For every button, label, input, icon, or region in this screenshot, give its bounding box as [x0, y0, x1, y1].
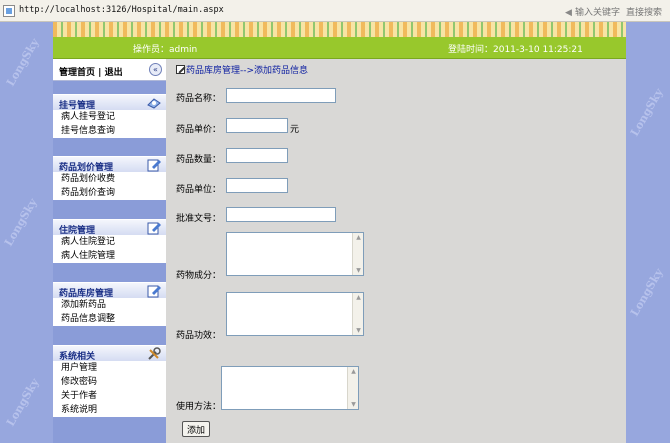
approval-number-input[interactable]	[226, 207, 336, 222]
scroll-down-icon[interactable]: ▼	[355, 327, 362, 334]
right-wallpaper: LongSky LongSky	[626, 22, 670, 443]
menu-item[interactable]: 药品划价收费	[53, 172, 166, 186]
scroll-down-icon[interactable]: ▼	[350, 401, 357, 408]
search-area: ◀ 输入关键字 直接搜索	[565, 5, 662, 18]
address-input[interactable]: http://localhost:3126/Hospital/main.aspx	[19, 5, 224, 15]
menu-item[interactable]: 药品划价查询	[53, 186, 166, 200]
menu-group-title: 药品库房管理	[59, 289, 114, 299]
field-label: 药品单价：	[176, 125, 222, 135]
edit-icon	[176, 65, 185, 74]
efficacy-textarea[interactable]: ▲ ▼	[226, 292, 364, 336]
scroll-up-icon[interactable]: ▲	[355, 234, 362, 241]
menu-item[interactable]: 添加新药品	[53, 298, 166, 312]
menu-item[interactable]: 病人住院登记	[53, 235, 166, 249]
edit-icon	[147, 285, 161, 298]
scroll-down-icon[interactable]: ▼	[355, 267, 362, 274]
menu-group-header[interactable]: 住院管理	[53, 219, 166, 236]
menu-item[interactable]: 病人住院管理	[53, 249, 166, 263]
scroll-up-icon[interactable]: ▲	[350, 368, 357, 375]
menu-item[interactable]: 修改密码	[53, 375, 166, 389]
menu-group-pricing: 药品划价管理 药品划价收费 药品划价查询	[53, 156, 166, 200]
menu-group-title: 系统相关	[59, 352, 96, 362]
operator-label: 操作员：admin	[133, 45, 198, 55]
sidebar-top: 管理首页 | 退出 «	[53, 59, 166, 81]
left-wallpaper: LongSky LongSky LongSky	[0, 22, 53, 443]
watermark-text: LongSky	[2, 196, 40, 249]
main-frame: 操作员：admin 登陆时间：2011-3-10 11:25:21 管理首页 |…	[53, 22, 626, 443]
edit-icon	[147, 159, 161, 172]
drug-name-input[interactable]	[226, 88, 336, 103]
menu-group-header[interactable]: 药品库房管理	[53, 282, 166, 299]
watermark-text: LongSky	[4, 36, 42, 89]
menu-group-header[interactable]: 挂号管理	[53, 94, 166, 111]
field-label: 药品名称：	[176, 94, 222, 104]
menu-group-title: 药品划价管理	[59, 163, 114, 173]
scrollbar[interactable]: ▲ ▼	[352, 233, 363, 275]
tools-icon	[148, 347, 161, 360]
field-label: 药品单位：	[176, 185, 222, 195]
login-time: 登陆时间：2011-3-10 11:25:21	[448, 45, 583, 55]
menu-group-title: 挂号管理	[59, 101, 96, 111]
menu-item[interactable]: 系统说明	[53, 403, 166, 417]
ingredients-textarea[interactable]: ▲ ▼	[226, 232, 364, 276]
back-arrow-icon[interactable]: ◀	[565, 8, 572, 18]
menu-group-registration: 挂号管理 病人挂号登记 挂号信息查询	[53, 94, 166, 138]
menu-item[interactable]: 用户管理	[53, 361, 166, 375]
watermark-text: LongSky	[628, 266, 666, 319]
field-label: 批准文号：	[176, 214, 222, 224]
status-bar: 操作员：admin 登陆时间：2011-3-10 11:25:21	[53, 37, 626, 59]
menu-group-pharmacy: 药品库房管理 添加新药品 药品信息调整	[53, 282, 166, 326]
menu-group-header[interactable]: 系统相关	[53, 345, 166, 362]
content-area: 药品库房管理-->添加药品信息 药品名称： 药品单价： 元 药品数量： 药品单位…	[166, 59, 626, 443]
search-input[interactable]: 输入关键字	[575, 8, 620, 18]
drug-unit-input[interactable]	[226, 178, 288, 193]
home-link[interactable]: 管理首页	[59, 68, 95, 78]
collapse-icon[interactable]: «	[149, 63, 162, 76]
menu-item[interactable]: 病人挂号登记	[53, 110, 166, 124]
field-label: 使用方法：	[176, 402, 222, 412]
logout-link[interactable]: 退出	[105, 68, 123, 78]
menu-item[interactable]: 挂号信息查询	[53, 124, 166, 138]
breadcrumb-text: 药品库房管理-->添加药品信息	[186, 66, 309, 76]
sidebar: 管理首页 | 退出 « 挂号管理 病人挂号登记 挂号信息查询 药品划价管理 药品…	[53, 59, 166, 443]
menu-group-system: 系统相关 用户管理 修改密码 关于作者 系统说明	[53, 345, 166, 417]
divider: |	[98, 68, 102, 78]
registration-icon	[147, 98, 161, 109]
breadcrumb: 药品库房管理-->添加药品信息	[176, 63, 308, 76]
browser-address-bar: http://localhost:3126/Hospital/main.aspx…	[0, 0, 670, 22]
menu-group-inpatient: 住院管理 病人住院登记 病人住院管理	[53, 219, 166, 263]
field-label: 药品数量：	[176, 155, 222, 165]
field-label: 药品功效：	[176, 331, 222, 341]
menu-group-title: 住院管理	[59, 226, 96, 236]
menu-group-header[interactable]: 药品划价管理	[53, 156, 166, 173]
drug-price-input[interactable]	[226, 118, 288, 133]
menu-item[interactable]: 药品信息调整	[53, 312, 166, 326]
watermark-text: LongSky	[4, 376, 42, 429]
edit-icon	[147, 222, 161, 235]
drug-quantity-input[interactable]	[226, 148, 288, 163]
field-label: 药物成分：	[176, 271, 222, 281]
search-button[interactable]: 直接搜索	[626, 8, 662, 18]
price-unit-label: 元	[290, 125, 300, 135]
add-button[interactable]: 添加	[182, 421, 211, 437]
page-icon	[3, 5, 15, 17]
usage-textarea[interactable]: ▲ ▼	[221, 366, 359, 410]
header-banner	[53, 22, 626, 37]
scrollbar[interactable]: ▲ ▼	[352, 293, 363, 335]
scroll-up-icon[interactable]: ▲	[355, 294, 362, 301]
scrollbar[interactable]: ▲ ▼	[347, 367, 358, 409]
watermark-text: LongSky	[628, 86, 666, 139]
menu-item[interactable]: 关于作者	[53, 389, 166, 403]
